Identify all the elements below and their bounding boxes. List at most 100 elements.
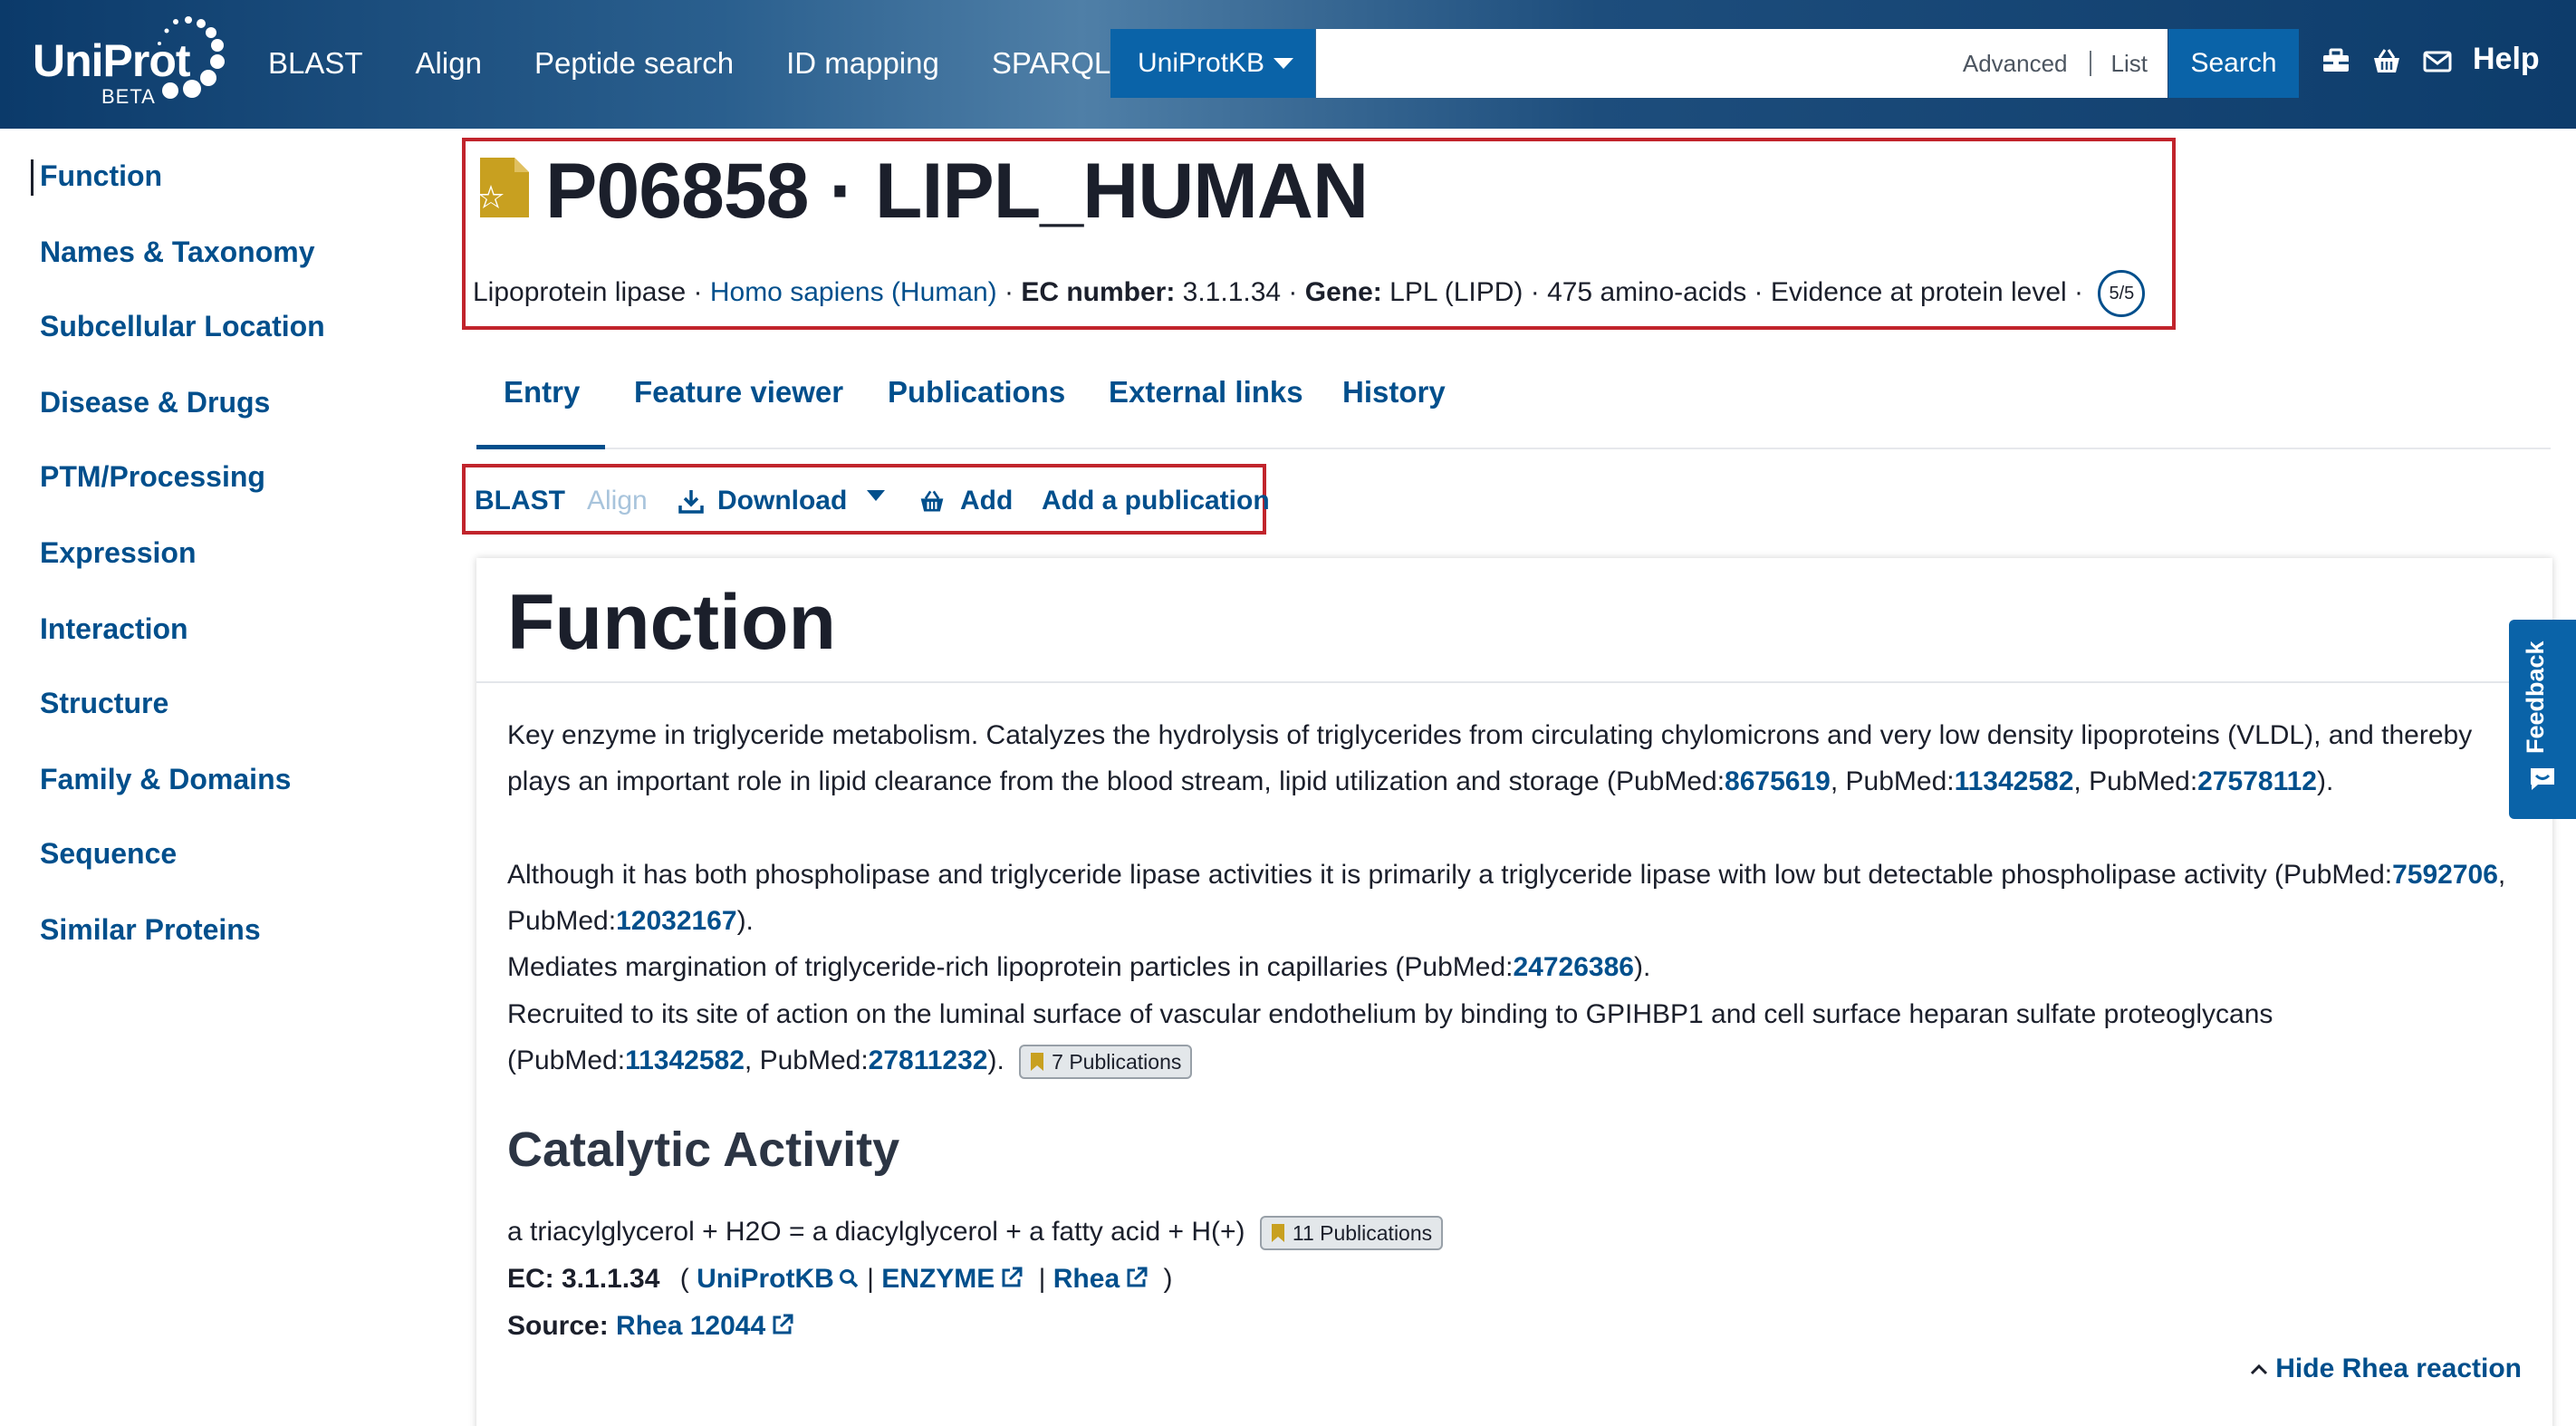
- sidebar-item-function[interactable]: Function: [40, 159, 162, 193]
- tab-publications[interactable]: Publications: [888, 375, 1065, 449]
- nav-peptide-search[interactable]: Peptide search: [534, 42, 734, 85]
- external-link-icon: [773, 1314, 793, 1334]
- search-icon: [839, 1269, 859, 1288]
- annotation-score-badge[interactable]: 5/5: [2098, 270, 2146, 317]
- add-publication-button[interactable]: Add a publication: [1042, 486, 1270, 516]
- chevron-down-icon[interactable]: [866, 489, 886, 502]
- publications-tag-label: 7 Publications: [1052, 1049, 1182, 1074]
- database-select[interactable]: UniProtKB: [1110, 29, 1315, 98]
- search-input[interactable]: [1329, 38, 1963, 89]
- basket-icon: [920, 490, 944, 512]
- publications-tag[interactable]: 7 Publications: [1019, 1045, 1193, 1080]
- rhea-link-label: Rhea: [1053, 1264, 1120, 1294]
- nav-align[interactable]: Align: [416, 42, 482, 85]
- pubmed-link[interactable]: 8675619: [1725, 766, 1831, 796]
- function-paragraph-3: Mediates margination of triglyceride-ric…: [507, 944, 2518, 990]
- sidebar-item-ptm-processing[interactable]: PTM/Processing: [40, 460, 265, 494]
- sidebar-item-names-taxonomy[interactable]: Names & Taxonomy: [40, 236, 315, 269]
- sidebar-item-structure[interactable]: Structure: [40, 687, 168, 720]
- sidebar-item-sequence[interactable]: Sequence: [40, 837, 177, 871]
- gene-details: LPL (LIPD) · 475 amino-acids · Evidence …: [1381, 276, 2084, 307]
- hide-rhea-label: Hide Rhea reaction: [2275, 1354, 2522, 1383]
- nav-blast[interactable]: BLAST: [268, 42, 363, 85]
- tab-external-links[interactable]: External links: [1109, 375, 1303, 449]
- help-link[interactable]: Help: [2473, 42, 2540, 77]
- function-text: ).: [987, 1045, 1004, 1075]
- logo-beta-badge: BETA: [101, 85, 156, 108]
- nav-id-mapping[interactable]: ID mapping: [786, 42, 939, 85]
- feedback-tab[interactable]: Feedback: [2509, 620, 2576, 819]
- function-text: , PubMed:: [744, 1045, 869, 1075]
- pipe-separator: |: [867, 1264, 874, 1294]
- pubmed-link[interactable]: 11342582: [1955, 766, 2074, 796]
- toolbox-icon[interactable]: [2321, 47, 2351, 74]
- source-label: Source:: [507, 1311, 609, 1341]
- uniprotkb-link-label: UniProtKB: [697, 1264, 834, 1294]
- chat-icon: [2531, 768, 2554, 790]
- chevron-up-icon: [2251, 1363, 2268, 1375]
- download-label: Download: [717, 486, 848, 515]
- download-icon: [678, 490, 704, 514]
- search-button[interactable]: Search: [2168, 29, 2299, 98]
- pubmed-link[interactable]: 27578112: [2197, 766, 2317, 796]
- paren-close: ): [1163, 1264, 1173, 1294]
- align-button[interactable]: Align: [587, 486, 648, 516]
- pubmed-link[interactable]: 27811232: [869, 1045, 988, 1075]
- organism-link[interactable]: Homo sapiens (Human): [710, 277, 997, 307]
- chevron-down-icon: [1274, 58, 1294, 69]
- function-text: Mediates margination of triglyceride-ric…: [507, 952, 1514, 982]
- pubmed-link[interactable]: 24726386: [1514, 952, 1634, 982]
- tab-history[interactable]: History: [1342, 375, 1446, 449]
- main-nav: BLAST Align Peptide search ID mapping SP…: [268, 42, 1163, 85]
- bookmark-icon: [1031, 1053, 1044, 1072]
- uniprot-logo[interactable]: UniProt BETA: [33, 13, 241, 112]
- basket-icon[interactable]: [2371, 47, 2402, 74]
- advanced-search-link[interactable]: Advanced: [1963, 50, 2068, 78]
- pipe-separator: |: [1038, 1264, 1046, 1294]
- hide-rhea-reaction-button[interactable]: Hide Rhea reaction: [2250, 1354, 2522, 1384]
- entry-summary: Lipoprotein lipase · Homo sapiens (Human…: [473, 270, 2146, 317]
- blast-button[interactable]: BLAST: [475, 486, 565, 516]
- pubmed-link[interactable]: 12032167: [616, 906, 736, 936]
- sidebar-item-subcellular-location[interactable]: Subcellular Location: [40, 310, 325, 343]
- database-select-label: UniProtKB: [1138, 48, 1265, 78]
- pubmed-link[interactable]: 7592706: [2392, 860, 2498, 890]
- tab-entry[interactable]: Entry: [476, 375, 605, 449]
- list-search-link[interactable]: List: [2111, 50, 2148, 78]
- catalytic-reaction: a triacylglycerol + H2O = a diacylglycer…: [507, 1209, 2518, 1255]
- add-to-basket-button[interactable]: Add: [918, 486, 1013, 516]
- sidebar-item-similar-proteins[interactable]: Similar Proteins: [40, 913, 261, 947]
- sidebar-item-interaction[interactable]: Interaction: [40, 612, 188, 646]
- tab-feature-viewer[interactable]: Feature viewer: [634, 375, 843, 449]
- reaction-publications-tag[interactable]: 11 Publications: [1259, 1216, 1444, 1251]
- enzyme-link[interactable]: ENZYME: [881, 1264, 1024, 1294]
- sidebar-item-expression[interactable]: Expression: [40, 536, 197, 570]
- search-box: Advanced List: [1316, 29, 2167, 98]
- function-text: ).: [1633, 952, 1651, 982]
- nav-sparql[interactable]: SPARQL: [992, 42, 1110, 85]
- pubmed-link[interactable]: 11342582: [625, 1045, 745, 1075]
- function-heading: Function: [507, 579, 837, 666]
- search-divider: [2089, 51, 2091, 76]
- header-icons: [2321, 47, 2453, 74]
- enzyme-link-label: ENZYME: [881, 1264, 995, 1294]
- source-line: Source: Rhea 12044: [507, 1303, 2518, 1349]
- function-text: ).: [2317, 766, 2334, 796]
- rhea-source-link[interactable]: Rhea 12044: [616, 1311, 794, 1341]
- bookmark-icon: [1271, 1224, 1284, 1243]
- rhea-link[interactable]: Rhea: [1053, 1264, 1149, 1294]
- function-paragraph-4: Recruited to its site of action on the l…: [507, 991, 2518, 1084]
- gene-label: Gene:: [1304, 276, 1382, 307]
- ec-line: EC: 3.1.1.34 ( UniProtKB | ENZYME | Rhea…: [507, 1256, 2518, 1302]
- protein-name: Lipoprotein lipase ·: [473, 276, 703, 307]
- external-link-icon: [1002, 1267, 1023, 1287]
- mail-icon[interactable]: [2422, 47, 2453, 74]
- sidebar-item-disease-drugs[interactable]: Disease & Drugs: [40, 386, 270, 419]
- summary-separator: ·: [996, 276, 1022, 307]
- download-button[interactable]: Download: [678, 486, 847, 516]
- top-header: UniProt BETA BLAST Align Peptide search …: [0, 0, 2576, 129]
- sidebar-item-family-domains[interactable]: Family & Domains: [40, 763, 291, 796]
- reviewed-entry-icon: [478, 158, 529, 217]
- uniprotkb-link[interactable]: UniProtKB: [697, 1264, 860, 1294]
- function-text: , PubMed:: [1830, 766, 1955, 796]
